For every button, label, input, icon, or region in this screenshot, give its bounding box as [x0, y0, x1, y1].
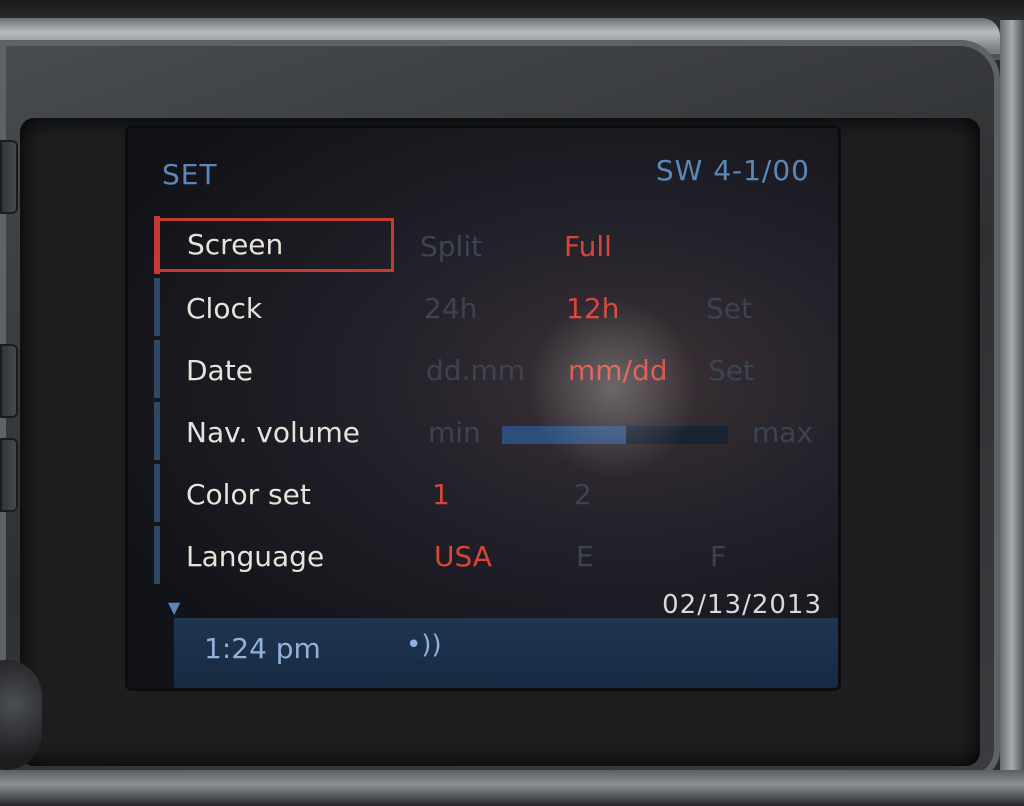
sound-waves-icon: •)) [406, 630, 442, 660]
clock-time: 1:24 pm [204, 632, 321, 665]
menu-row-screen[interactable]: Screen Split Full [128, 216, 838, 278]
option-f[interactable]: F [710, 540, 726, 573]
software-version: SW 4-1/00 [655, 154, 810, 187]
menu-row-language[interactable]: Language USA E F [128, 526, 838, 588]
right-chrome-strip [1000, 20, 1024, 806]
menu-label-color-set: Color set [186, 478, 311, 511]
row-indicator [154, 402, 160, 460]
menu-label-screen: Screen [154, 218, 394, 272]
menu-label-clock: Clock [186, 292, 263, 325]
row-indicator [154, 526, 160, 584]
bottom-chrome-trim [0, 770, 1024, 806]
option-full[interactable]: Full [564, 230, 612, 263]
menu-label-language: Language [186, 540, 325, 573]
menu-label-nav-volume: Nav. volume [186, 416, 361, 449]
volume-slider[interactable] [502, 426, 728, 444]
row-indicator [154, 464, 160, 522]
option-dd-mm[interactable]: dd.mm [426, 354, 525, 387]
rotary-knob[interactable] [0, 660, 42, 770]
menu-row-nav-volume[interactable]: Nav. volume min max [128, 402, 838, 464]
option-usa[interactable]: USA [434, 540, 492, 573]
scroll-down-arrow-icon: ▼ [168, 598, 181, 617]
option-24h[interactable]: 24h [424, 292, 477, 325]
date-display: 02/13/2013 [662, 590, 822, 620]
row-indicator [154, 278, 160, 336]
side-hardware-button[interactable] [0, 438, 18, 512]
menu-row-date[interactable]: Date dd.mm mm/dd Set [128, 340, 838, 402]
menu-label-date: Date [186, 354, 253, 387]
display-screen: SET SW 4-1/00 Screen Split Full Clock 24… [128, 128, 838, 688]
status-bar: 1:24 pm •)) [174, 618, 838, 688]
menu-row-clock[interactable]: Clock 24h 12h Set [128, 278, 838, 340]
menu-row-color-set[interactable]: Color set 1 2 [128, 464, 838, 526]
row-indicator [154, 340, 160, 398]
option-mm-dd[interactable]: mm/dd [568, 354, 668, 387]
volume-max-label: max [752, 416, 814, 449]
side-hardware-button[interactable] [0, 344, 18, 418]
option-color-2[interactable]: 2 [574, 478, 592, 511]
side-hardware-button[interactable] [0, 140, 18, 214]
option-date-set[interactable]: Set [708, 354, 754, 387]
screen-title: SET [162, 158, 218, 191]
option-clock-set[interactable]: Set [706, 292, 752, 325]
option-12h[interactable]: 12h [566, 292, 619, 325]
option-split[interactable]: Split [420, 230, 482, 263]
volume-min-label: min [428, 416, 481, 449]
option-color-1[interactable]: 1 [432, 478, 450, 511]
volume-level-fill [502, 426, 627, 444]
option-e[interactable]: E [576, 540, 594, 573]
